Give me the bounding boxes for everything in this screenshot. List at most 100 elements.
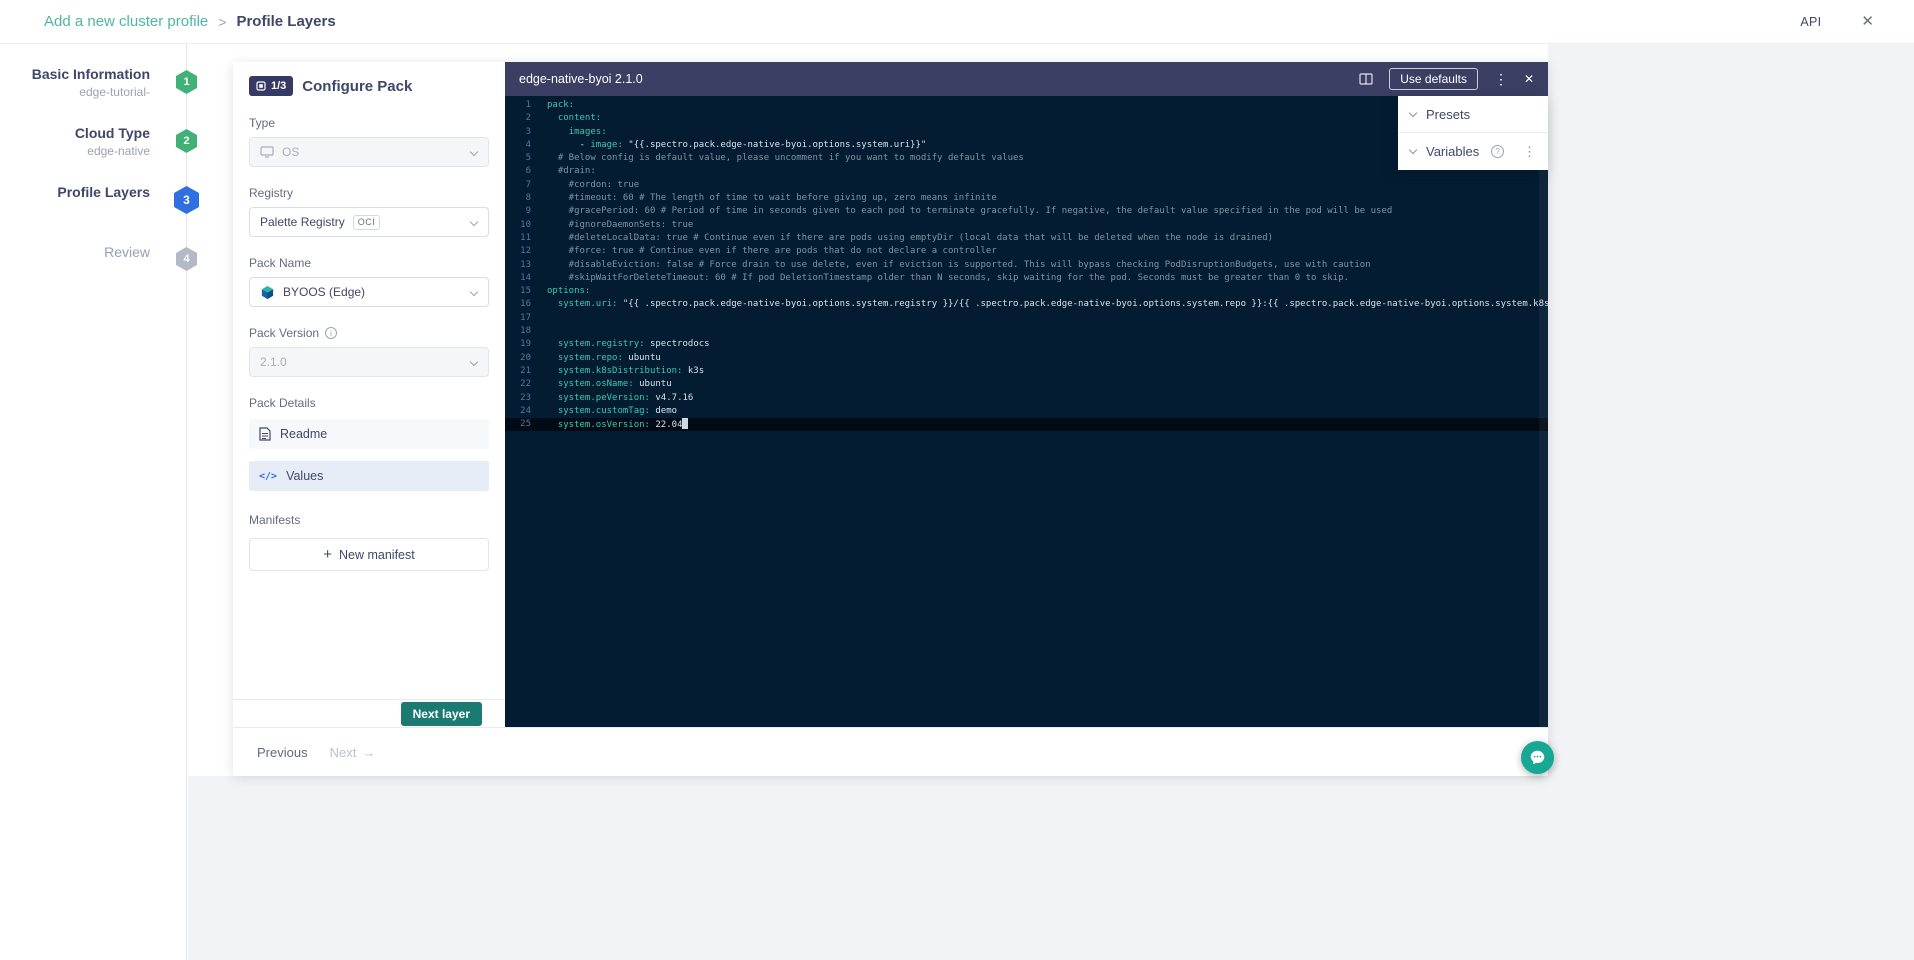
step-subtitle: edge-native: [75, 144, 150, 158]
page-content: Basic Information edge-tutorial- 1 Cloud…: [0, 44, 1914, 960]
editor-header: edge-native-byoi 2.1.0 Use defaults ⋮ ✕: [505, 62, 1548, 96]
close-icon[interactable]: ✕: [1861, 14, 1874, 29]
pack-name-select[interactable]: BYOOS (Edge): [249, 277, 489, 307]
code-text: #force: true # Continue even if there ar…: [547, 245, 997, 258]
pack-icon: [256, 81, 266, 91]
code-line[interactable]: 3 images:: [505, 126, 1548, 139]
code-text: system.uri: "{{ .spectro.pack.edge-nativ…: [547, 298, 1548, 311]
kebab-menu-icon[interactable]: ⋮: [1494, 72, 1508, 86]
line-number: 8: [505, 192, 531, 205]
step-badge-3: 3: [174, 186, 199, 214]
type-select[interactable]: OS: [249, 137, 489, 167]
code-line[interactable]: 18: [505, 325, 1548, 338]
line-number: 22: [505, 378, 531, 391]
code-line[interactable]: 24 system.customTag: demo: [505, 405, 1548, 418]
backdrop-bottom: [188, 776, 1914, 960]
code-area: 1pack:2 content:3 images:4 - image: "{{.…: [505, 96, 1548, 727]
top-bar: Add a new cluster profile > Profile Laye…: [0, 0, 1914, 44]
code-line[interactable]: 25 system.osVersion: 22.04: [505, 418, 1548, 431]
pack-name-label: Pack Name: [249, 256, 489, 270]
step-badge-4: 4: [176, 247, 197, 271]
code-line[interactable]: 23 system.peVersion: v4.7.16: [505, 392, 1548, 405]
presets-toggle[interactable]: Presets: [1398, 96, 1548, 133]
api-button[interactable]: API: [1800, 15, 1821, 29]
code-line[interactable]: 19 system.registry: spectrodocs: [505, 338, 1548, 351]
stepper-step-cloud-type[interactable]: Cloud Type edge-native: [75, 125, 150, 158]
info-icon[interactable]: i: [325, 327, 337, 339]
editor-close-icon[interactable]: ✕: [1524, 73, 1534, 85]
code-text: #disableEviction: false # Force drain to…: [547, 259, 1371, 272]
readme-tab[interactable]: Readme: [249, 419, 489, 449]
code-line[interactable]: 1pack:: [505, 99, 1548, 112]
split-view-icon[interactable]: [1359, 73, 1373, 85]
code-line[interactable]: 4 - image: "{{.spectro.pack.edge-native-…: [505, 139, 1548, 152]
chevron-down-icon: [470, 218, 478, 226]
variables-menu-icon[interactable]: ⋮: [1523, 144, 1536, 160]
values-label: Values: [286, 469, 323, 483]
code-line[interactable]: 5 # Below config is default value, pleas…: [505, 152, 1548, 165]
readme-label: Readme: [280, 427, 327, 441]
previous-button[interactable]: Previous: [257, 745, 308, 760]
line-number: 23: [505, 392, 531, 405]
step-badge-1: 1: [176, 70, 197, 94]
code-text: system.osName: ubuntu: [547, 378, 672, 391]
step-title: Cloud Type: [75, 125, 150, 141]
next-button[interactable]: Next →: [330, 745, 376, 760]
code-line[interactable]: 21 system.k8sDistribution: k3s: [505, 365, 1548, 378]
chat-icon: [1529, 749, 1546, 766]
stepper-step-review[interactable]: Review: [104, 244, 150, 260]
pack-version-select[interactable]: 2.1.0: [249, 347, 489, 377]
code-text: pack:: [547, 99, 574, 112]
code-line[interactable]: 7 #cordon: true: [505, 179, 1548, 192]
code-text: options:: [547, 285, 590, 298]
values-tab[interactable]: </> Values: [249, 461, 489, 491]
registry-select[interactable]: Palette Registry OCI: [249, 207, 489, 237]
code-line[interactable]: 17: [505, 312, 1548, 325]
oci-badge: OCI: [353, 215, 381, 230]
line-number: 2: [505, 112, 531, 125]
stepper-step-profile-layers[interactable]: Profile Layers: [57, 184, 150, 200]
stepper-step-basic-information[interactable]: Basic Information edge-tutorial-: [32, 66, 150, 99]
scrollbar[interactable]: [1539, 96, 1548, 727]
code-line[interactable]: 10 #ignoreDaemonSets: true: [505, 219, 1548, 232]
code-line[interactable]: 6 #drain:: [505, 165, 1548, 178]
breadcrumb-separator: >: [218, 14, 226, 30]
code-icon: </>: [259, 471, 277, 482]
help-icon[interactable]: ?: [1491, 145, 1504, 158]
use-defaults-button[interactable]: Use defaults: [1389, 68, 1478, 90]
code-text: images:: [547, 126, 607, 139]
code-line[interactable]: 11 #deleteLocalData: true # Continue eve…: [505, 232, 1548, 245]
step-progress-badge: 1/3: [249, 76, 293, 96]
variables-toggle[interactable]: Variables ? ⋮: [1398, 133, 1548, 170]
form-divider: [233, 699, 505, 700]
breadcrumb: Add a new cluster profile > Profile Laye…: [44, 13, 336, 30]
code-line[interactable]: 13 #disableEviction: false # Force drain…: [505, 259, 1548, 272]
code-line[interactable]: 12 #force: true # Continue even if there…: [505, 245, 1548, 258]
code-line[interactable]: 22 system.osName: ubuntu: [505, 378, 1548, 391]
code-line[interactable]: 16 system.uri: "{{ .spectro.pack.edge-na…: [505, 298, 1548, 311]
code-line[interactable]: 14 #skipWaitForDeleteTimeout: 60 # If po…: [505, 272, 1548, 285]
code-line[interactable]: 9 #gracePeriod: 60 # Period of time in s…: [505, 205, 1548, 218]
line-number: 9: [505, 205, 531, 218]
chevron-down-icon: [470, 358, 478, 366]
code-text: # Below config is default value, please …: [547, 152, 1024, 165]
panel-title: Configure Pack: [302, 78, 412, 95]
next-layer-button[interactable]: Next layer: [401, 702, 482, 726]
code-line[interactable]: 20 system.repo: ubuntu: [505, 352, 1548, 365]
pack-form: 1/3 Configure Pack Type OS Registry Pale…: [233, 62, 505, 727]
chevron-down-icon: [1409, 146, 1417, 154]
line-number: 19: [505, 338, 531, 351]
wizard-footer: Previous Next →: [233, 727, 1548, 776]
breadcrumb-link-add-cluster-profile[interactable]: Add a new cluster profile: [44, 13, 208, 30]
code-line[interactable]: 8 #timeout: 60 # The length of time to w…: [505, 192, 1548, 205]
step-badge-2: 2: [176, 129, 197, 153]
registry-value: Palette Registry: [260, 215, 345, 229]
line-number: 24: [505, 405, 531, 418]
code-line[interactable]: 15options:: [505, 285, 1548, 298]
code-line[interactable]: 2 content:: [505, 112, 1548, 125]
help-chat-button[interactable]: [1521, 741, 1554, 774]
new-manifest-button[interactable]: + New manifest: [249, 538, 489, 571]
code-text: system.registry: spectrodocs: [547, 338, 710, 351]
document-icon: [259, 427, 271, 441]
line-number: 16: [505, 298, 531, 311]
